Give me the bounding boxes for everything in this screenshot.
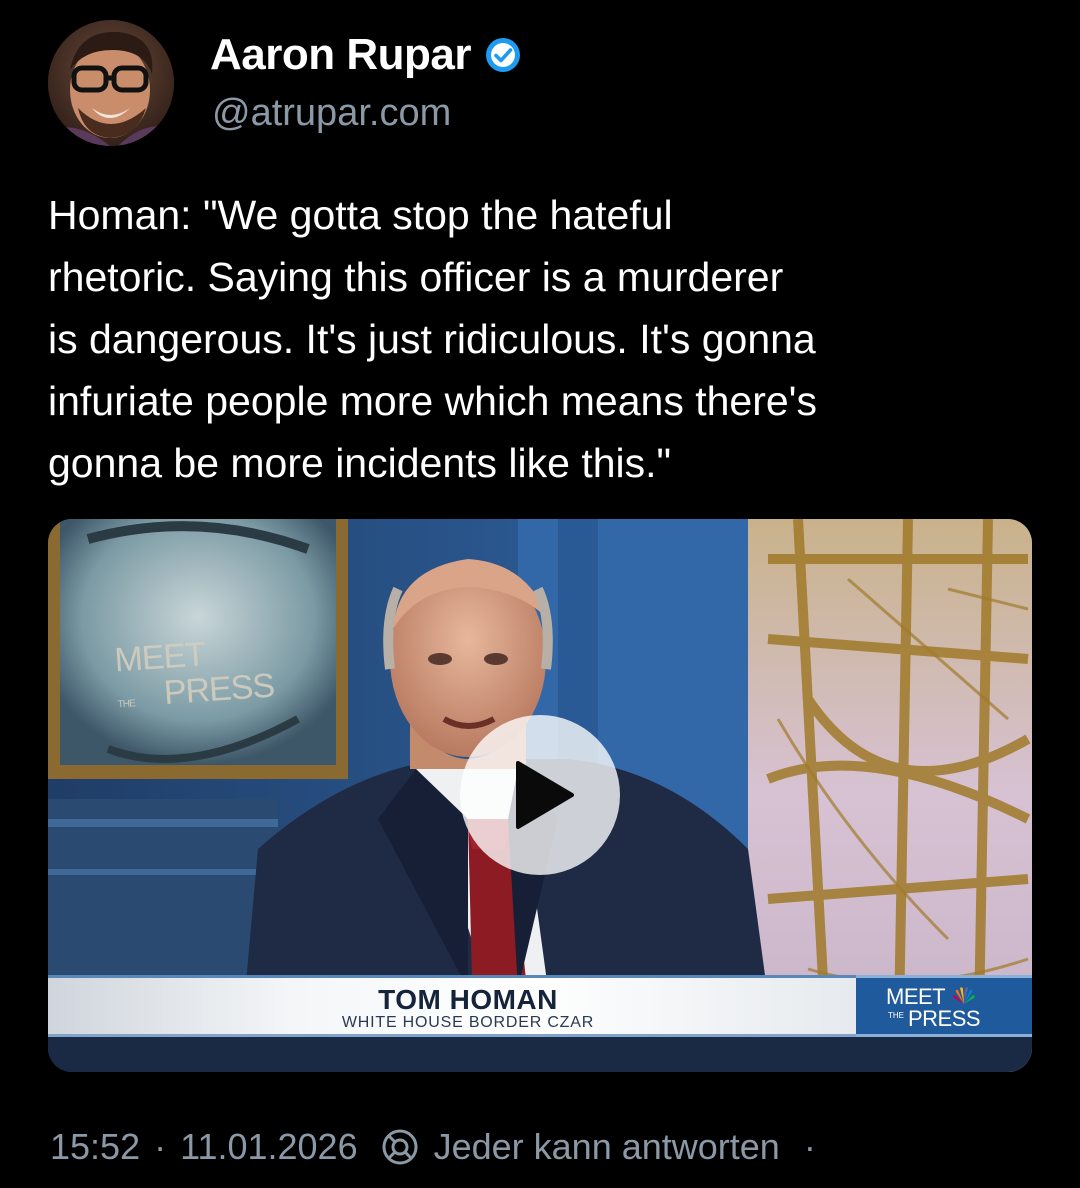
background-logo-the: THE [117,698,136,711]
background-logo-press: PRESS [162,666,276,713]
post-text: Homan: "We gotta stop the hateful rhetor… [48,192,818,486]
play-button[interactable] [460,715,620,875]
post-metadata: 15:52 · 11.01.2026 Jeder kann antworten … [50,1124,816,1170]
peacock-icon [953,987,975,1004]
lower-third: TOM HOMAN WHITE HOUSE BORDER CZAR MEET T… [48,975,1032,1037]
reply-setting[interactable]: Jeder kann antworten [434,1126,780,1168]
separator-dot: · [154,1126,167,1167]
show-logo-the: THE [888,1011,904,1020]
trailing-dot: · [803,1126,816,1167]
post-time[interactable]: 15:52 [50,1126,140,1168]
lower-third-title: WHITE HOUSE BORDER CZAR [341,1014,595,1031]
author-handle[interactable]: @atrupar.com [212,92,451,135]
avatar[interactable] [48,20,174,146]
play-icon [516,761,574,829]
display-name-text: Aaron Rupar [210,30,471,79]
post-date[interactable]: 11.01.2026 [180,1126,358,1168]
display-name[interactable]: Aaron Rupar [210,30,523,80]
show-logo: MEET THE PRESS [856,975,1032,1037]
post: Aaron Rupar @atrupar.com Homan: "We gott… [0,0,1080,1188]
verified-badge-icon [485,38,520,72]
video-player[interactable]: MEET THE PRESS TOM HOMAN WHITE HOUSE BORD… [48,519,1032,1072]
background-logo: MEET THE PRESS [113,632,276,724]
lower-third-name-bar: TOM HOMAN WHITE HOUSE BORDER CZAR [48,975,856,1037]
reply-settings-icon [382,1129,418,1165]
avatar-photo-icon [48,20,174,146]
show-logo-press: PRESS [908,1006,981,1031]
lower-third-name: TOM HOMAN [378,984,558,1015]
